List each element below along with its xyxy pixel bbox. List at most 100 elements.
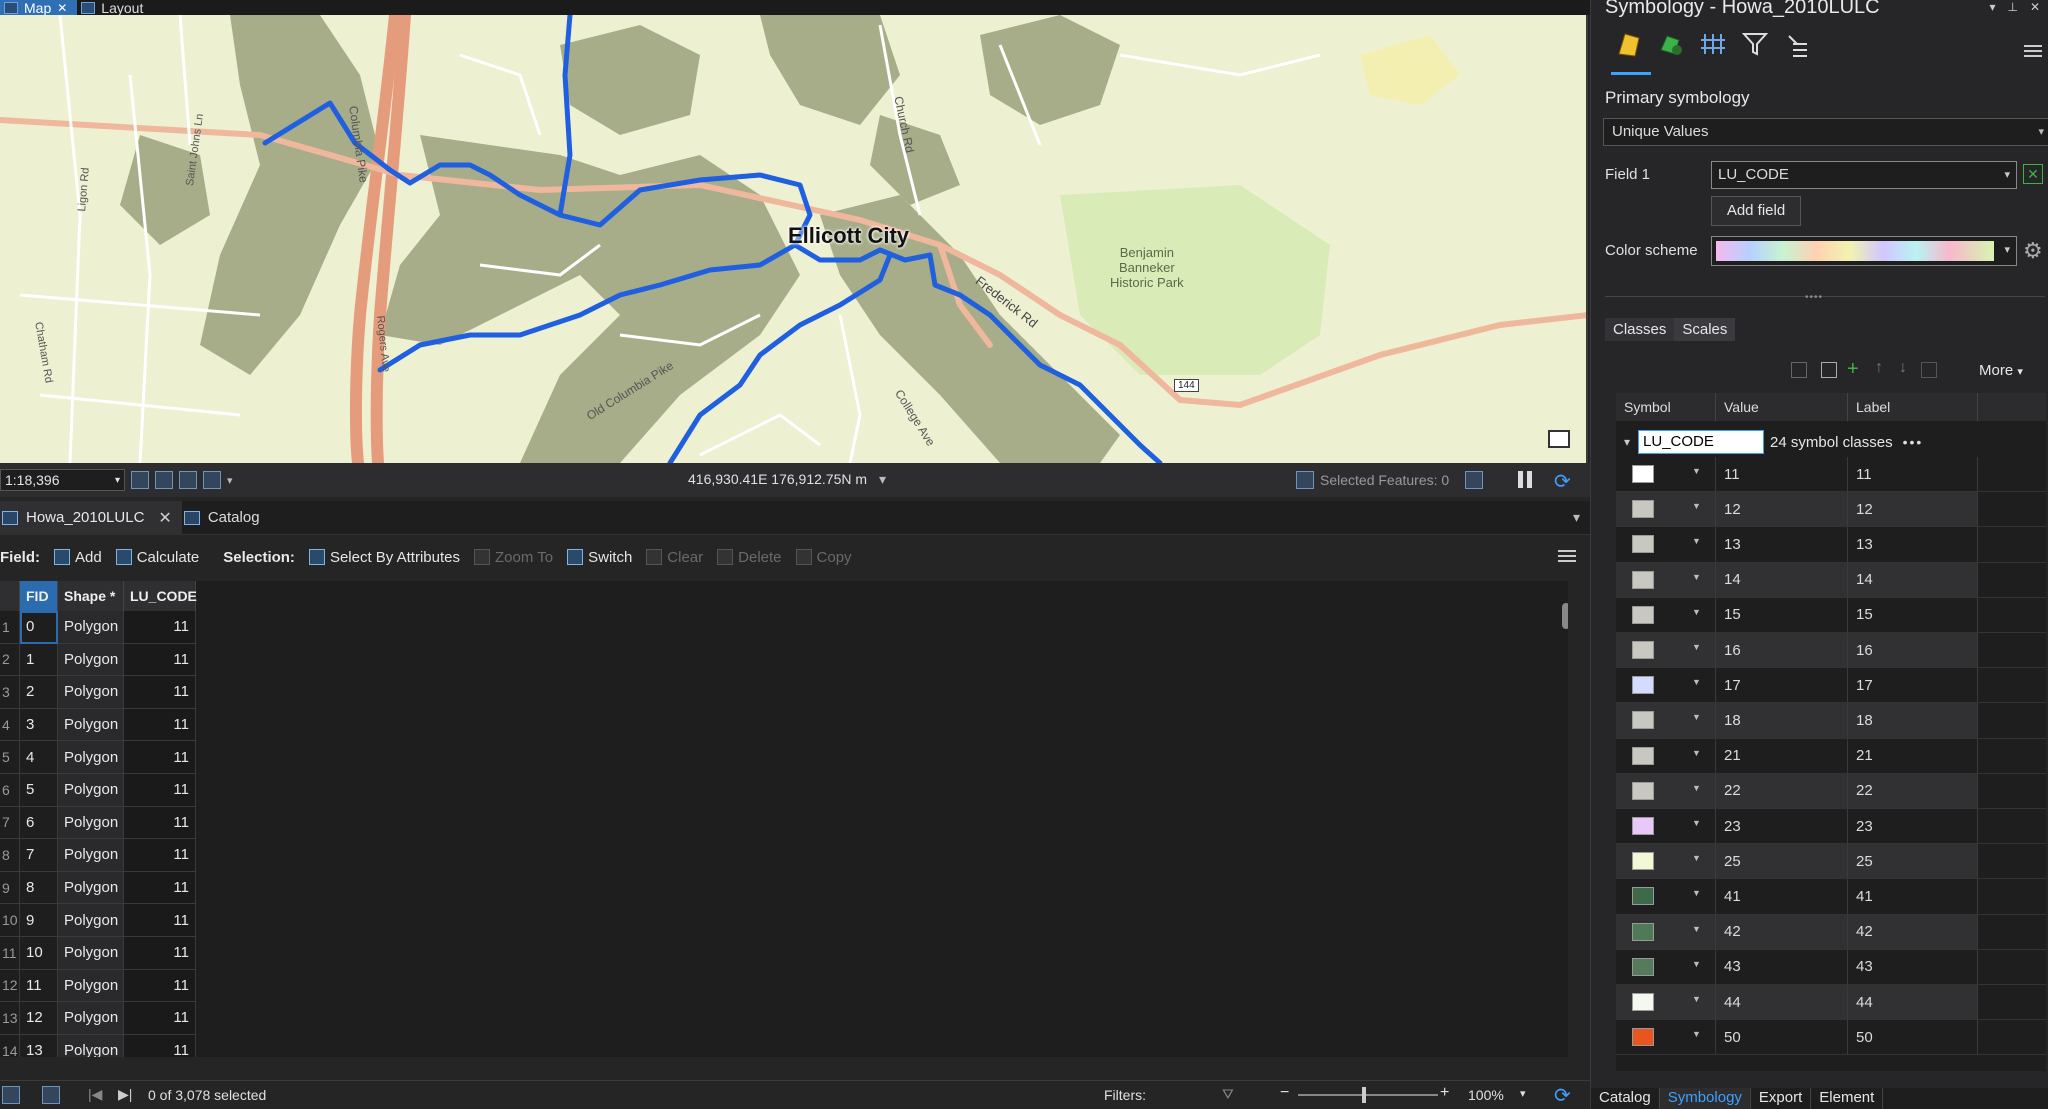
class-label[interactable]: 13 <box>1848 527 1978 562</box>
clear-button[interactable]: Clear <box>646 549 703 566</box>
table-scrollbar-thumb[interactable] <box>1562 603 1568 629</box>
symbol-swatch[interactable] <box>1632 817 1654 835</box>
row-number-cell[interactable]: 11 <box>0 937 20 970</box>
chevron-down-icon[interactable]: ▼ <box>1692 818 1701 828</box>
symbol-cell[interactable]: ▼ <box>1616 633 1716 668</box>
class-value[interactable]: 16 <box>1716 633 1848 668</box>
symbol-cell[interactable]: ▼ <box>1616 492 1716 527</box>
shape-cell[interactable]: Polygon <box>58 676 124 709</box>
select-by-attributes-button[interactable]: Select By Attributes <box>308 549 460 566</box>
symbol-swatch[interactable] <box>1632 957 1654 976</box>
class-row[interactable]: ▼ 42 42 <box>1616 914 2046 950</box>
class-label[interactable]: 43 <box>1848 949 1978 984</box>
class-row[interactable]: ▼ 14 14 <box>1616 562 2046 598</box>
row-number-cell[interactable]: 8 <box>0 839 20 872</box>
row-number-cell[interactable]: 14 <box>0 1034 20 1057</box>
row-number-cell[interactable]: 9 <box>0 871 20 905</box>
close-icon[interactable]: ✕ <box>158 508 171 528</box>
add-icon[interactable]: + <box>1847 358 1863 380</box>
show-all-records-icon[interactable] <box>2 1086 20 1104</box>
symbol-swatch[interactable] <box>1632 922 1654 941</box>
move-up-icon[interactable]: ↑ <box>1875 359 1891 376</box>
column-header-lu-code[interactable]: LU_CODE <box>124 581 197 611</box>
shape-cell[interactable]: Polygon <box>58 806 124 840</box>
add-field-button[interactable]: Add field <box>1711 196 1801 226</box>
class-row[interactable]: ▼ 18 18 <box>1616 703 2046 739</box>
delete-button[interactable]: Delete <box>717 549 782 566</box>
chevron-down-icon[interactable]: ▼ <box>1692 1029 1701 1039</box>
show-selected-records-icon[interactable] <box>42 1086 60 1104</box>
class-row[interactable]: ▼ 50 50 <box>1616 1020 2046 1056</box>
class-label[interactable]: 21 <box>1848 738 1978 773</box>
close-icon[interactable]: ✕ <box>57 1 67 15</box>
lu-code-cell[interactable]: 11 <box>124 871 196 905</box>
vary-symbology-icon[interactable] <box>1657 30 1685 58</box>
table-row[interactable]: 8 7 Polygon 11 <box>0 839 196 872</box>
fid-cell[interactable]: 9 <box>20 904 58 937</box>
clear-selection-icon[interactable] <box>1465 471 1484 489</box>
row-number-cell[interactable]: 1 <box>0 611 20 644</box>
row-number-cell[interactable]: 3 <box>0 676 20 709</box>
class-row[interactable]: ▼ 11 11 <box>1616 457 2046 493</box>
lu-code-cell[interactable]: 11 <box>124 969 196 1003</box>
chevron-down-icon[interactable]: ▼ <box>1692 712 1701 722</box>
symbol-cell[interactable]: ▼ <box>1616 527 1716 562</box>
class-value[interactable]: 25 <box>1716 844 1848 879</box>
class-row[interactable]: ▼ 15 15 <box>1616 597 2046 633</box>
chevron-down-icon[interactable]: ▾ <box>1989 0 1995 14</box>
symbol-cell[interactable]: ▼ <box>1616 457 1716 492</box>
row-number-cell[interactable]: 2 <box>0 643 20 677</box>
table-row[interactable]: 10 9 Polygon 11 <box>0 904 196 937</box>
zoom-in-icon[interactable]: + <box>1440 1084 1449 1102</box>
class-row[interactable]: ▼ 25 25 <box>1616 844 2046 880</box>
chevron-down-icon[interactable]: ▼ <box>1692 924 1701 934</box>
class-value[interactable]: 41 <box>1716 879 1848 914</box>
class-label[interactable]: 17 <box>1848 668 1978 703</box>
chevron-down-icon[interactable]: ▼ <box>1692 466 1701 476</box>
lu-code-cell[interactable]: 11 <box>124 708 196 742</box>
pause-icon[interactable] <box>1518 471 1534 488</box>
shape-cell[interactable]: Polygon <box>58 904 124 937</box>
shape-cell[interactable]: Polygon <box>58 937 124 970</box>
symbol-cell[interactable]: ▼ <box>1616 949 1716 984</box>
table-row[interactable]: 11 10 Polygon 11 <box>0 937 196 970</box>
class-label[interactable]: 16 <box>1848 633 1978 668</box>
column-header-value[interactable]: Value <box>1716 393 1848 421</box>
fid-cell[interactable]: 12 <box>20 1002 58 1035</box>
tab-export-pane[interactable]: Export <box>1751 1088 1812 1109</box>
class-value[interactable]: 42 <box>1716 914 1848 949</box>
chevron-down-icon[interactable]: ▼ <box>1692 959 1701 969</box>
menu-icon[interactable] <box>2024 42 2042 60</box>
class-row[interactable]: ▼ 13 13 <box>1616 527 2046 563</box>
column-header-fid[interactable]: FID <box>20 581 58 611</box>
class-row[interactable]: ▼ 43 43 <box>1616 949 2046 985</box>
class-value[interactable]: 50 <box>1716 1020 1848 1055</box>
selected-features[interactable]: Selected Features: 0 <box>1296 471 1484 489</box>
add-field-button[interactable]: Add <box>54 549 102 566</box>
row-number-cell[interactable]: 13 <box>0 1002 20 1035</box>
tab-classes[interactable]: Classes <box>1605 318 1675 341</box>
class-row[interactable]: ▼ 23 23 <box>1616 809 2046 845</box>
close-icon[interactable]: ✕ <box>2030 0 2040 14</box>
primary-symbology-icon[interactable] <box>1615 30 1643 58</box>
classes-scrollbar[interactable] <box>2044 423 2046 1063</box>
table-row[interactable]: 7 6 Polygon 11 <box>0 806 196 840</box>
row-number-cell[interactable]: 5 <box>0 741 20 774</box>
lu-code-cell[interactable]: 11 <box>124 676 196 709</box>
chevron-down-icon[interactable]: ▼ <box>1692 994 1701 1004</box>
shape-cell[interactable]: Polygon <box>58 1002 124 1035</box>
column-header-symbol[interactable]: Symbol <box>1616 393 1716 421</box>
table-row[interactable]: 4 3 Polygon 11 <box>0 708 196 742</box>
chevron-down-icon[interactable]: ▼ <box>1692 536 1701 546</box>
lu-code-cell[interactable]: 11 <box>124 904 196 937</box>
chevron-down-icon[interactable]: ▼ <box>1692 607 1701 617</box>
class-label[interactable]: 18 <box>1848 703 1978 738</box>
first-record-icon[interactable]: |◀ <box>88 1086 102 1103</box>
lu-code-cell[interactable]: 11 <box>124 643 196 677</box>
fid-cell[interactable]: 7 <box>20 839 58 872</box>
chevron-down-icon[interactable]: ▼ <box>1692 748 1701 758</box>
table-row[interactable]: 2 1 Polygon 11 <box>0 643 196 677</box>
class-row[interactable]: ▼ 41 41 <box>1616 879 2046 915</box>
class-value[interactable]: 12 <box>1716 492 1848 527</box>
constraints-icon[interactable] <box>179 471 197 489</box>
